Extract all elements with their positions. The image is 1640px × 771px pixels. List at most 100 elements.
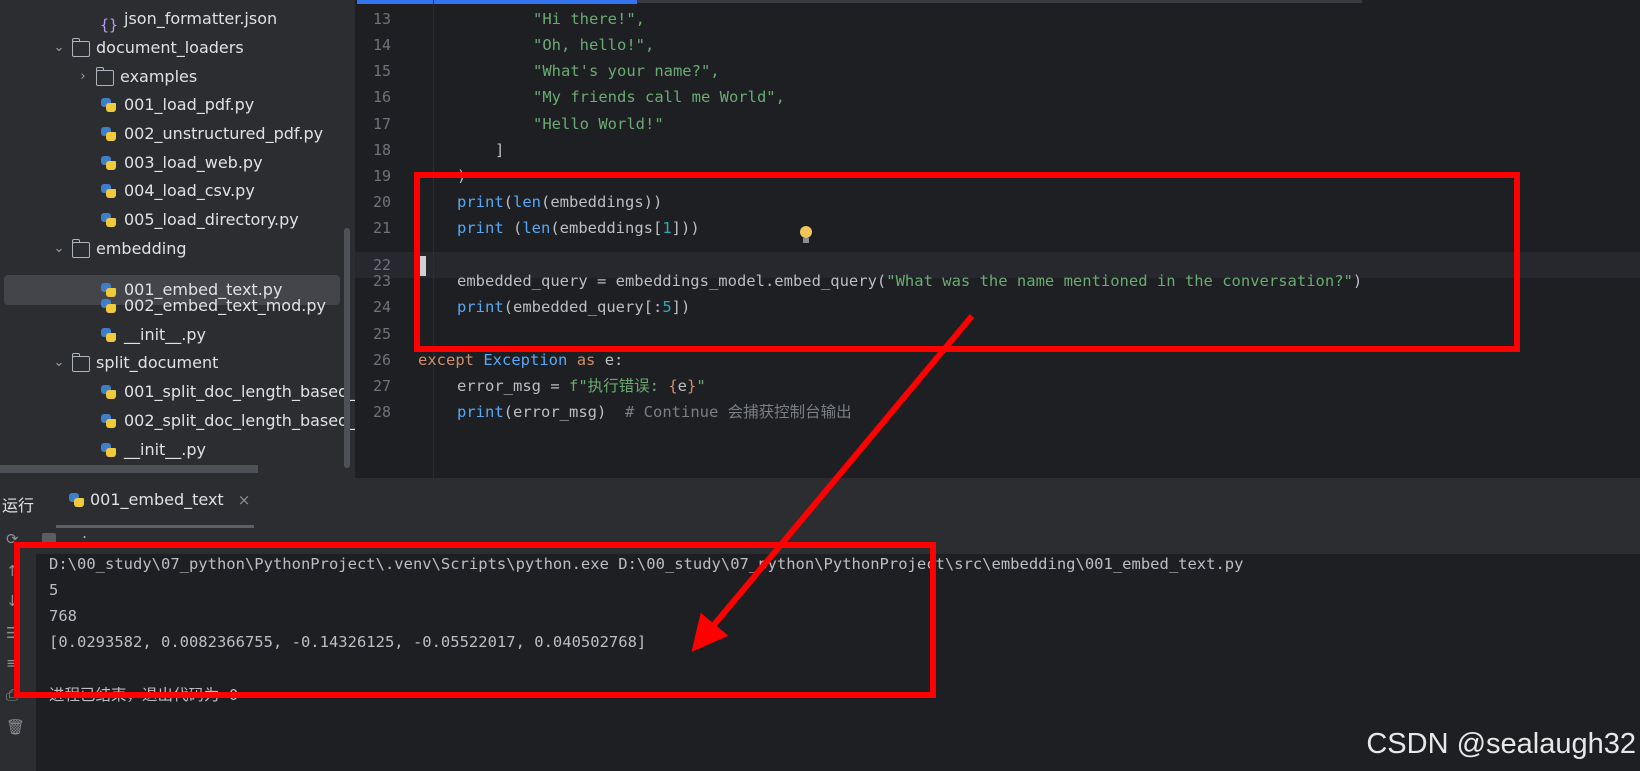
python-file-icon: [100, 384, 118, 400]
console-exit-line: 进程已结束，退出代码为 0: [49, 686, 239, 704]
tree-item-label: __init__.py: [124, 325, 207, 344]
python-file-icon: [68, 492, 84, 508]
code-line-28: print(error_msg) # Continue 会捕获控制台输出: [457, 403, 852, 421]
chevron-right-icon[interactable]: ›: [76, 63, 90, 91]
text-caret: [418, 256, 426, 276]
stop-icon[interactable]: [42, 533, 56, 547]
rerun-icon[interactable]: ⟳: [6, 530, 19, 548]
tree-item-split-document[interactable]: ⌄ split_document: [52, 349, 218, 377]
watermark: CSDN @sealaugh32: [1366, 728, 1636, 760]
line-number: 14: [372, 36, 391, 54]
run-toolbar: ⟳ ↑ ↓ ☰ ≡ ⎙ 🗑: [0, 528, 36, 771]
tree-item-002-unstructured-pdf[interactable]: 002_unstructured_pdf.py: [100, 120, 323, 148]
tree-item-004-load-csv[interactable]: 004_load_csv.py: [100, 177, 255, 205]
python-file-icon: [100, 212, 118, 228]
package-folder-icon: [71, 353, 90, 372]
tree-item-005-load-directory[interactable]: 005_load_directory.py: [100, 206, 299, 234]
code-line-14: "Oh, hello!",: [533, 36, 655, 54]
tree-item-label: 002_unstructured_pdf.py: [124, 124, 324, 143]
line-number: 27: [372, 377, 391, 395]
tree-item-embedding-init[interactable]: __init__.py: [100, 321, 206, 349]
tree-item-json-formatter[interactable]: {} json_formatter.json: [100, 5, 278, 34]
chevron-down-icon[interactable]: ⌄: [52, 349, 66, 377]
tree-item-002-embed-text-mod[interactable]: 002_embed_text_mod.py: [100, 292, 326, 320]
tree-item-label: 005_load_directory.py: [124, 210, 299, 229]
run-tab-label: 001_embed_text: [90, 490, 224, 509]
json-file-icon: {}: [100, 16, 119, 34]
more-options[interactable]: :: [82, 530, 87, 548]
soft-wrap-icon[interactable]: ☰: [6, 624, 19, 642]
line-number: 16: [372, 88, 391, 106]
tree-item-label: embedding: [96, 239, 187, 258]
sidebar-horizontal-scrollbar[interactable]: [0, 465, 258, 473]
code-line-18: ]: [495, 141, 505, 159]
code-line-27: error_msg = f"执行错误: {e}": [457, 377, 706, 395]
python-file-icon: [100, 183, 118, 199]
lightbulb-icon[interactable]: [800, 226, 812, 243]
tree-item-embedding[interactable]: ⌄ embedding: [52, 235, 186, 263]
code-line-20: print(len(embeddings)): [457, 193, 663, 211]
python-file-icon: [100, 126, 118, 142]
code-line-19: ): [457, 167, 467, 185]
tree-item-examples[interactable]: › examples: [76, 63, 197, 91]
tree-item-002-split-doc[interactable]: 002_split_doc_length_based_cha: [100, 407, 355, 435]
tree-item-label: split_document: [96, 353, 219, 372]
tree-item-label: examples: [120, 67, 198, 86]
python-file-icon: [100, 327, 118, 343]
tree-item-label: 004_load_csv.py: [124, 181, 255, 200]
code-line-13: "Hi there!",: [533, 10, 645, 28]
line-number: 20: [372, 193, 391, 211]
code-line-21: print (len(embeddings[1])): [457, 219, 700, 237]
tree-item-label: document_loaders: [96, 38, 244, 57]
line-number: 28: [372, 403, 391, 421]
project-tree: {} json_formatter.json ⌄ document_loader…: [0, 0, 355, 478]
arrow-down-icon[interactable]: ↓: [6, 592, 19, 610]
tree-item-label: json_formatter.json: [124, 9, 278, 28]
tree-item-003-load-web[interactable]: 003_load_web.py: [100, 149, 263, 177]
folder-icon: [71, 38, 90, 57]
arrow-up-icon[interactable]: ↑: [6, 562, 19, 580]
code-editor[interactable]: 13 14 15 16 17 18 19 20 21 22 23 24 25 2…: [355, 0, 1640, 478]
code-line-23: embedded_query = embeddings_model.embed_…: [457, 272, 1363, 290]
line-number: 17: [372, 115, 391, 133]
tree-item-label: 001_load_pdf.py: [124, 95, 255, 114]
code-line-15: "What's your name?",: [533, 62, 720, 80]
sidebar-vertical-scrollbar[interactable]: [344, 228, 350, 468]
tree-item-001-load-pdf[interactable]: 001_load_pdf.py: [100, 91, 254, 119]
package-folder-icon: [71, 239, 90, 258]
code-line-26: except Exception as e:: [418, 351, 624, 369]
console-line: [0.0293582, 0.0082366755, -0.14326125, -…: [49, 633, 647, 651]
python-file-icon: [100, 298, 118, 314]
print-icon[interactable]: ⎙: [6, 686, 18, 704]
run-tab[interactable]: 001_embed_text ×: [68, 490, 250, 509]
line-number: 15: [372, 62, 391, 80]
gutter-separator: [433, 0, 434, 478]
close-icon[interactable]: ×: [238, 491, 251, 509]
line-number: 21: [372, 219, 391, 237]
run-panel-header: 运行 001_embed_text ×: [0, 478, 1640, 528]
tree-item-001-split-doc[interactable]: 001_split_doc_length_based_tok: [100, 378, 355, 406]
code-line-16: "My friends call me World",: [533, 88, 785, 106]
scroll-to-end-icon[interactable]: ≡: [6, 654, 19, 672]
line-number: 25: [372, 325, 391, 343]
active-tab-indicator: [357, 0, 637, 4]
chevron-down-icon[interactable]: ⌄: [52, 34, 66, 62]
code-line-17: "Hello World!": [533, 115, 664, 133]
folder-icon: [95, 67, 114, 86]
tab-bar-edge: [637, 0, 1362, 3]
line-number: 26: [372, 351, 391, 369]
chevron-down-icon[interactable]: ⌄: [52, 235, 66, 263]
console-line: 768: [49, 607, 77, 625]
tree-item-split-init[interactable]: __init__.py: [100, 436, 206, 464]
line-number: 23: [372, 272, 391, 290]
code-line-24: print(embedded_query[:5]): [457, 298, 691, 316]
trash-icon[interactable]: 🗑: [6, 718, 25, 736]
python-file-icon: [100, 413, 118, 429]
line-number: 13: [372, 10, 391, 28]
tree-item-document-loaders[interactable]: ⌄ document_loaders: [52, 34, 244, 62]
console-line: 5: [49, 581, 59, 599]
tree-item-label: 001_split_doc_length_based_tok: [124, 382, 355, 401]
console-line: D:\00_study\07_python\PythonProject\.ven…: [49, 555, 1244, 573]
python-file-icon: [100, 97, 118, 113]
tree-item-label: 002_split_doc_length_based_cha: [124, 411, 355, 430]
